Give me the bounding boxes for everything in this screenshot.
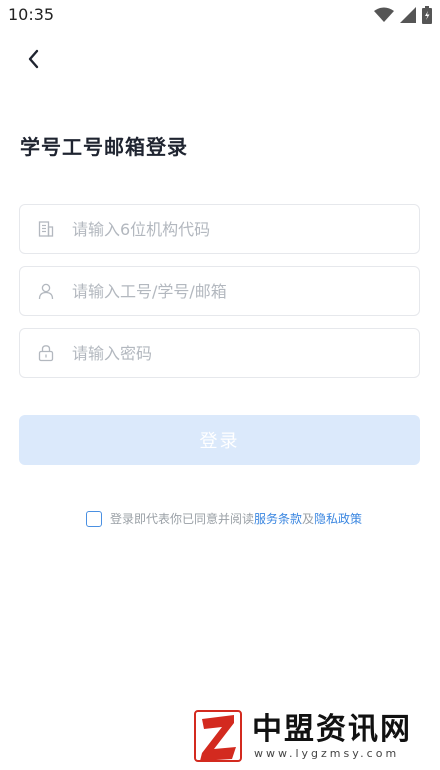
user-icon [20, 282, 72, 300]
account-input[interactable] [72, 281, 419, 301]
org-code-input[interactable] [72, 219, 419, 239]
agreement-text: 登录即代表你已同意并阅读 [110, 512, 255, 526]
watermark-subtitle: www.lygzmsy.com [254, 746, 400, 760]
lock-icon [20, 344, 72, 362]
watermark: 中盟资讯网 www.lygzmsy.com [194, 707, 412, 765]
watermark-logo-icon [194, 707, 244, 765]
building-icon [20, 220, 72, 238]
login-button[interactable]: 登录 [19, 415, 420, 465]
back-button[interactable] [20, 46, 46, 76]
watermark-title: 中盟资讯网 [252, 711, 412, 747]
battery-icon [422, 6, 432, 28]
status-bar: 10:35 [0, 0, 440, 30]
agreement-conjunction: 及 [302, 512, 315, 526]
agreement-row: 登录即代表你已同意并阅读 服务条款 及 隐私政策 [86, 510, 362, 527]
chevron-left-icon [26, 48, 40, 74]
terms-link[interactable]: 服务条款 [254, 510, 302, 527]
org-code-field[interactable] [19, 204, 420, 254]
status-time: 10:35 [8, 5, 55, 24]
password-input[interactable] [72, 343, 419, 363]
status-icons [374, 6, 432, 28]
privacy-link[interactable]: 隐私政策 [314, 510, 362, 527]
page-title: 学号工号邮箱登录 [20, 135, 188, 159]
wifi-icon [374, 7, 394, 27]
account-field[interactable] [19, 266, 420, 316]
password-field[interactable] [19, 328, 420, 378]
signal-icon [400, 7, 416, 27]
agreement-checkbox[interactable] [86, 510, 102, 527]
